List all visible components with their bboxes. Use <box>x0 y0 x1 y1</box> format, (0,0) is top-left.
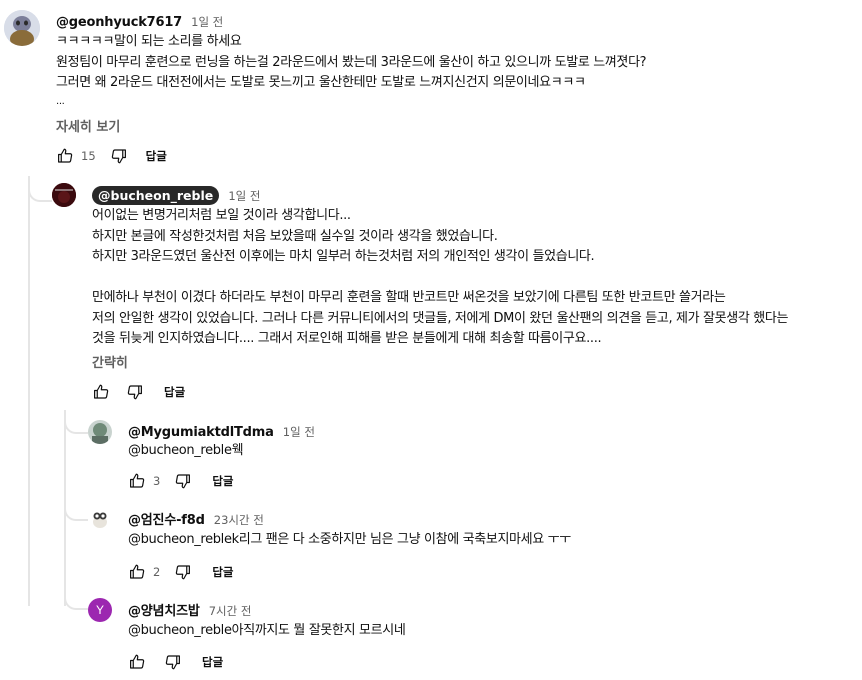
mention-link[interactable]: @bucheon_reble <box>128 532 232 547</box>
reply-button[interactable]: 답글 <box>212 564 233 580</box>
comment-time[interactable]: 1일 전 <box>191 15 223 29</box>
creator-author-chip[interactable]: @bucheon_reble <box>92 186 220 205</box>
reply-button[interactable]: 답글 <box>164 384 185 400</box>
action-bar: 답글 <box>128 653 223 671</box>
dislike-icon[interactable] <box>110 147 128 165</box>
reply-button[interactable]: 답글 <box>212 473 233 489</box>
reply-author[interactable]: @양념치즈밥 <box>128 604 200 619</box>
avatar-letter: Y <box>95 603 104 617</box>
reply-header: @엄진수-f8d 23시간 전 <box>128 509 264 528</box>
reply-author[interactable]: @엄진수-f8d <box>128 513 205 528</box>
avatar[interactable] <box>88 508 112 532</box>
avatar-image <box>88 420 112 444</box>
reply-line: 하지만 본글에 작성한것처럼 처음 보았을때 실수일 것이라 생각을 했었습니다… <box>92 228 498 244</box>
like-icon[interactable] <box>56 147 74 165</box>
reply-text: @bucheon_reblek리그 팬은 다 소중하지만 님은 그냥 이참에 국… <box>128 530 571 551</box>
reply-text: @bucheon_reble아직까지도 뭘 잘못한지 모르시네 <box>128 621 406 642</box>
thread-connector <box>64 586 88 610</box>
mention-link[interactable]: @bucheon_reble <box>128 443 232 458</box>
mention-link[interactable]: @bucheon_reble <box>128 623 232 638</box>
action-bar: 답글 <box>92 383 185 401</box>
like-icon[interactable] <box>128 472 146 490</box>
action-bar: 15 답글 <box>56 147 167 165</box>
reply-line: 저의 안일한 생각이 있었습니다. 그러나 다른 커뮤니티에서의 댓글들, 저에… <box>92 310 789 326</box>
dislike-icon[interactable] <box>126 383 144 401</box>
thread-line <box>28 176 30 606</box>
reply-text-content: k리그 팬은 다 소중하지만 님은 그냥 이참에 국축보지마세요 ㅜㅜ <box>231 532 572 547</box>
avatar[interactable] <box>52 183 76 207</box>
reply-time[interactable]: 1일 전 <box>283 425 315 439</box>
avatar-image <box>88 508 112 532</box>
thread-connector <box>64 410 88 434</box>
reply-text-content: 아직까지도 뭘 잘못한지 모르시네 <box>231 623 406 638</box>
reply-line-blank <box>92 268 788 289</box>
reply-body: 어이없는 변명거리처럼 보일 것이라 생각합니다... 하지만 본글에 작성한것… <box>92 206 788 350</box>
like-count: 2 <box>153 565 161 579</box>
comment-author[interactable]: @geonhyuck7617 <box>56 15 182 30</box>
thread-connector <box>28 176 52 202</box>
reply-button[interactable]: 답글 <box>202 654 223 670</box>
like-icon[interactable] <box>128 563 146 581</box>
reply-text-content: 웩 <box>231 443 244 458</box>
reply-author[interactable]: @MygumiaktdlTdma <box>128 425 274 440</box>
thread-connector <box>64 497 88 521</box>
comment-line: 원정팀이 마무리 훈련으로 런닝을 하는걸 2라운드에서 봤는데 3라운드에 울… <box>56 54 647 70</box>
avatar-image <box>4 10 40 46</box>
comment-line: ... <box>56 95 65 107</box>
show-less-button[interactable]: 간략히 <box>92 352 128 371</box>
reply-time[interactable]: 1일 전 <box>228 189 260 203</box>
comment-line: 그러면 왜 2라운드 대전전에서는 도발로 못느끼고 울산한테만 도발로 느껴지… <box>56 75 586 90</box>
action-bar: 3 답글 <box>128 472 234 490</box>
like-icon[interactable] <box>92 383 110 401</box>
reply-line: 만에하나 부천이 이겼다 하더라도 부천이 마무리 훈련을 할때 반코트만 써온… <box>92 290 726 305</box>
reply-header: @MygumiaktdlTdma 1일 전 <box>128 421 315 440</box>
reply-header: @양념치즈밥 7시간 전 <box>128 600 251 619</box>
dislike-icon[interactable] <box>174 472 192 490</box>
reply-line: 어이없는 변명거리처럼 보일 것이라 생각합니다... <box>92 208 351 223</box>
reply-line: 하지만 3라운드였던 울산전 이후에는 마치 일부러 하는것처럼 저의 개인적인… <box>92 249 595 264</box>
comment-line: ㅋㅋㅋㅋㅋ말이 되는 소리를 하세요 <box>56 34 242 49</box>
reply-time[interactable]: 23시간 전 <box>214 513 264 527</box>
avatar-image <box>52 183 76 207</box>
like-icon[interactable] <box>128 653 146 671</box>
reply-time[interactable]: 7시간 전 <box>209 604 252 618</box>
reply-text: @bucheon_reble웩 <box>128 441 244 462</box>
reply-line: 것을 뒤늦게 인지하였습니다.... 그래서 저로인해 피해를 받은 분들에게 … <box>92 331 602 346</box>
like-count: 3 <box>153 474 161 488</box>
reply-header: @bucheon_reble 1일 전 <box>92 185 260 205</box>
comment-body: ㅋㅋㅋㅋㅋ말이 되는 소리를 하세요 원정팀이 마무리 훈련으로 런닝을 하는걸… <box>56 32 647 110</box>
like-count: 15 <box>81 149 96 163</box>
dislike-icon[interactable] <box>164 653 182 671</box>
dislike-icon[interactable] <box>174 563 192 581</box>
read-more-button[interactable]: 자세히 보기 <box>56 116 120 135</box>
avatar[interactable] <box>4 10 40 46</box>
action-bar: 2 답글 <box>128 563 234 581</box>
comment-header: @geonhyuck7617 1일 전 <box>56 11 223 30</box>
reply-button[interactable]: 답글 <box>146 148 167 164</box>
avatar[interactable] <box>88 420 112 444</box>
avatar[interactable]: Y <box>88 598 112 622</box>
